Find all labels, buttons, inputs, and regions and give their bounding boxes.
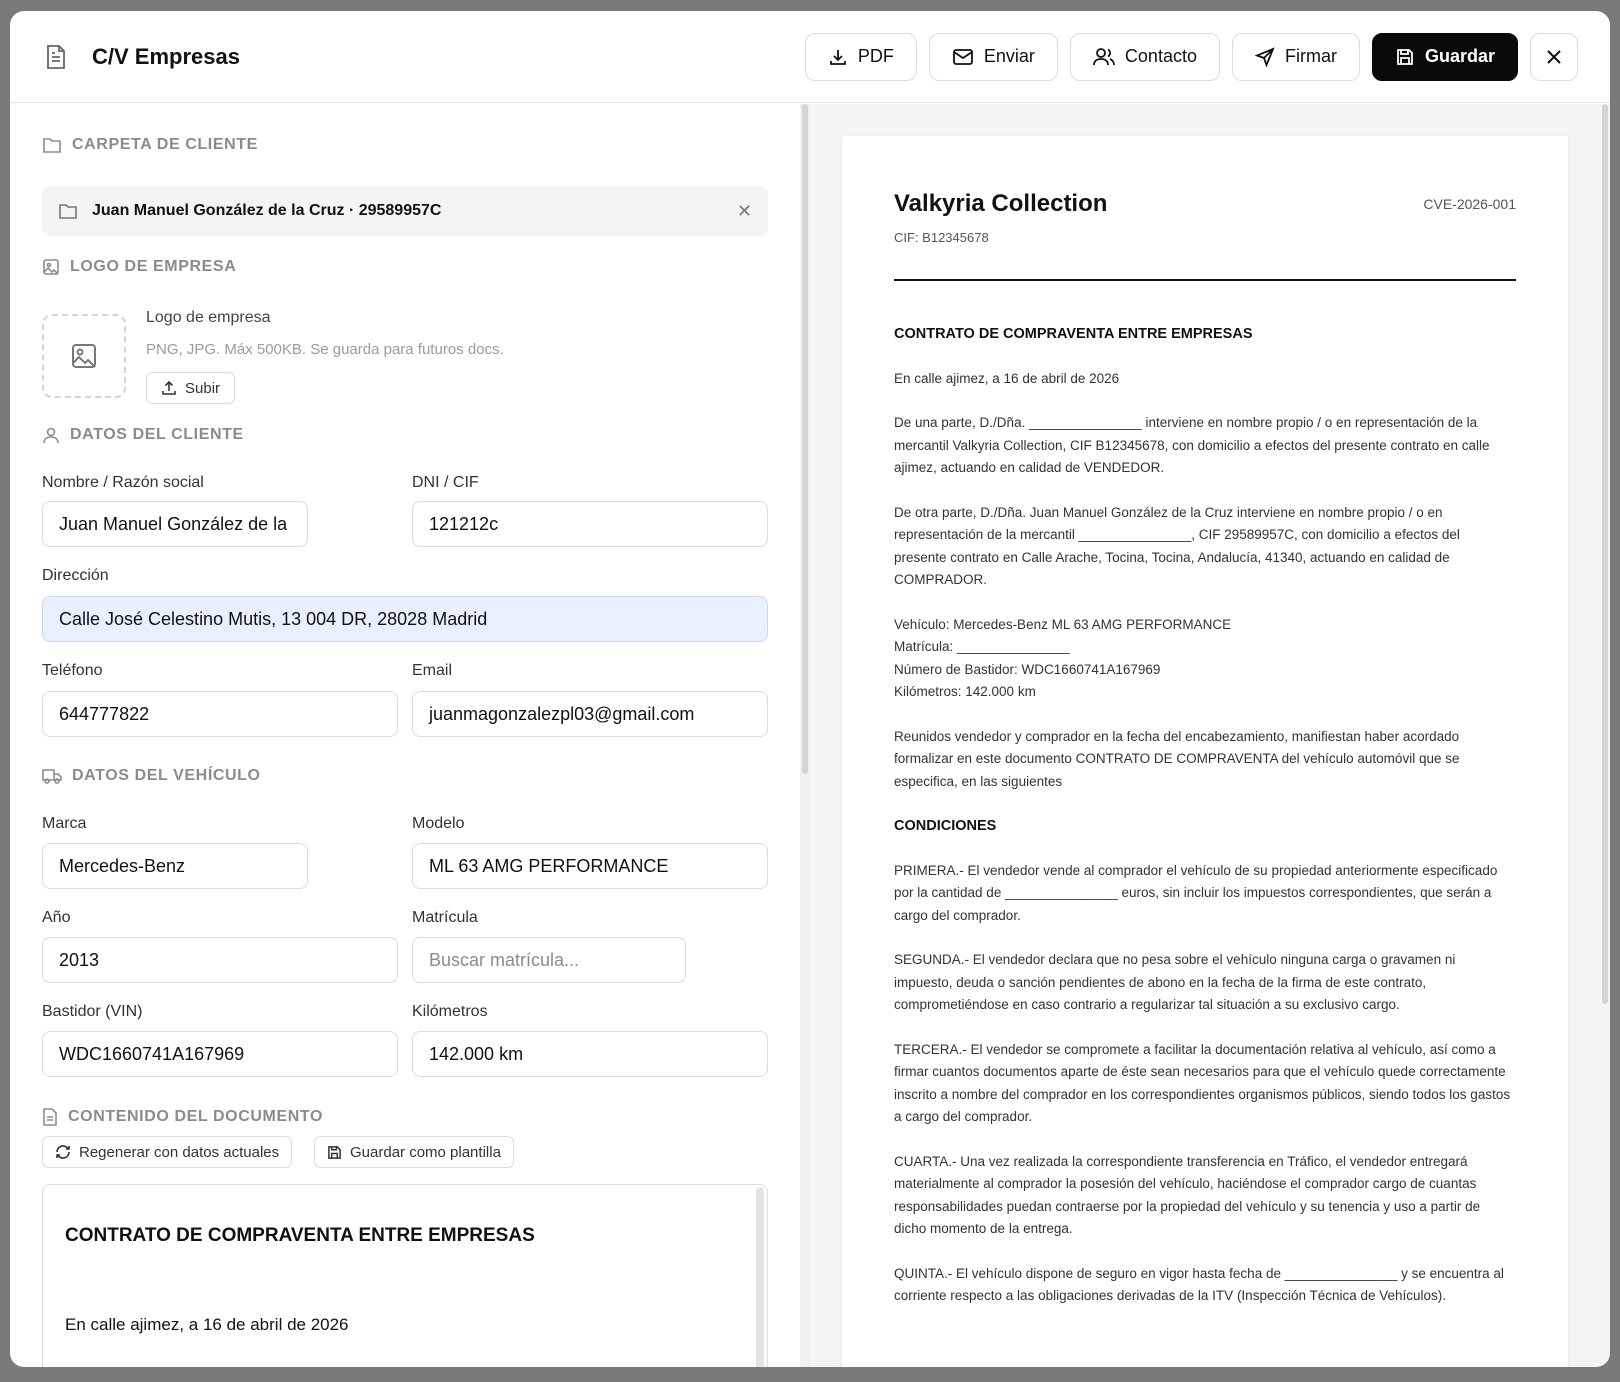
plate-search-input[interactable]: Buscar matrícula...	[412, 937, 686, 983]
preview-cif: CIF: B12345678	[894, 230, 989, 245]
preview-vehicle-block: Vehículo: Mercedes-Benz ML 63 AMG PERFOR…	[894, 616, 1232, 700]
vin-input[interactable]: WDC1660741A167969	[42, 1031, 398, 1077]
save-icon	[328, 1145, 341, 1159]
content-editor[interactable]: CONTRATO DE COMPRAVENTA ENTRE EMPRESAS E…	[42, 1184, 768, 1367]
address-label: Dirección	[42, 567, 109, 584]
form-scrollbar[interactable]	[800, 104, 810, 1367]
editor-date-line: En calle ajimez, a 16 de abril de 2026	[65, 1315, 349, 1334]
user-icon	[43, 427, 59, 444]
logo-title: Logo de empresa	[146, 309, 271, 326]
preview-divider	[894, 279, 1516, 281]
save-template-button[interactable]: Guardar como plantilla	[314, 1136, 514, 1168]
preview-conditions-heading: CONDICIONES	[894, 818, 997, 834]
preview-scroll-thumb[interactable]	[1602, 104, 1608, 1004]
preview-date: En calle ajimez, a 16 de abril de 2026	[894, 370, 1120, 386]
dni-input[interactable]: 121212c	[412, 501, 768, 547]
brand-input[interactable]: Mercedes-Benz	[42, 843, 308, 889]
close-button[interactable]	[1530, 32, 1578, 81]
km-input[interactable]: 142.000 km	[412, 1031, 768, 1077]
preview-body: CONTRATO DE COMPRAVENTA ENTRE EMPRESAS E…	[894, 323, 1516, 1308]
preview-heading: CONTRATO DE COMPRAVENTA ENTRE EMPRESAS	[894, 326, 1253, 342]
preview-agreement-paragraph: Reunidos vendedor y comprador en la fech…	[894, 728, 1460, 789]
client-folder-chip[interactable]: Juan Manuel González de la Cruz · 295899…	[42, 186, 768, 236]
preview-buyer-paragraph: De otra parte, D./Dña. Juan Manuel Gonzá…	[894, 504, 1460, 588]
vin-label: Bastidor (VIN)	[42, 1003, 143, 1020]
km-label: Kilómetros	[412, 1003, 488, 1020]
preview-panel: Valkyria Collection CIF: B12345678 CVE-2…	[810, 104, 1610, 1367]
clear-folder-icon[interactable]: ✕	[737, 201, 752, 222]
image-icon	[72, 344, 96, 368]
pdf-button[interactable]: PDF	[804, 32, 917, 81]
client-folder-name: Juan Manuel González de la Cruz · 295899…	[92, 202, 442, 219]
send-button[interactable]: Enviar	[928, 32, 1058, 81]
preview-condition-2: SEGUNDA.- El vendedor declara que no pes…	[894, 952, 1456, 1012]
preview-condition-5: QUINTA.- El vehículo dispone de seguro e…	[894, 1265, 1504, 1304]
name-input[interactable]: Juan Manuel González de la	[42, 501, 308, 547]
content-section: CONTENIDO DEL DOCUMENTO	[42, 1108, 323, 1126]
image-icon	[43, 259, 59, 275]
sign-button[interactable]: Firmar	[1231, 32, 1360, 81]
document-preview: Valkyria Collection CIF: B12345678 CVE-2…	[842, 136, 1568, 1367]
model-input[interactable]: ML 63 AMG PERFORMANCE	[412, 843, 768, 889]
logo-dropzone[interactable]	[42, 314, 126, 398]
form-scroll-thumb[interactable]	[802, 104, 808, 774]
dni-label: DNI / CIF	[412, 474, 479, 491]
client-section: DATOS DEL CLIENTE	[42, 426, 244, 444]
preview-reference: CVE-2026-001	[1423, 196, 1516, 212]
page-title: C/V Empresas	[92, 43, 240, 69]
folder-icon	[59, 204, 77, 219]
year-input[interactable]: 2013	[42, 937, 398, 983]
document-icon	[43, 1108, 57, 1126]
preview-company-block: Valkyria Collection CIF: B12345678	[894, 190, 1107, 245]
send-icon	[1254, 46, 1275, 67]
contact-button[interactable]: Contacto	[1069, 32, 1220, 81]
mail-icon	[952, 48, 973, 65]
refresh-icon	[56, 1145, 70, 1159]
logo-hint: PNG, JPG. Máx 500KB. Se guarda para futu…	[146, 341, 504, 358]
truck-icon	[42, 769, 62, 784]
vehicle-section: DATOS DEL VEHÍCULO	[42, 767, 261, 785]
preview-scrollbar[interactable]	[1600, 104, 1610, 1367]
preview-condition-1: PRIMERA.- El vendedor vende al comprador…	[894, 862, 1498, 923]
save-icon	[1397, 48, 1413, 65]
document-icon	[42, 43, 70, 71]
phone-input[interactable]: 644777822	[42, 691, 398, 737]
preview-company: Valkyria Collection	[894, 190, 1108, 217]
document-modal: C/V Empresas PDF Enviar Contacto Firmar …	[10, 11, 1610, 1367]
email-input[interactable]: juanmagonzalezpl03@gmail.com	[412, 691, 768, 737]
editor-scrollbar[interactable]	[756, 1187, 764, 1367]
editor-title: CONTRATO DE COMPRAVENTA ENTRE EMPRESAS	[65, 1225, 535, 1246]
year-label: Año	[42, 909, 71, 926]
upload-button[interactable]: Subir	[146, 372, 236, 404]
phone-label: Teléfono	[42, 662, 103, 679]
modal-header: C/V Empresas PDF Enviar Contacto Firmar …	[10, 11, 1610, 103]
download-icon	[829, 49, 846, 65]
preview-header: Valkyria Collection CIF: B12345678 CVE-2…	[894, 190, 1516, 245]
preview-condition-3: TERCERA.- El vendedor se compromete a fa…	[894, 1041, 1511, 1125]
upload-icon	[162, 380, 176, 395]
address-input[interactable]: Calle José Celestino Mutis, 13 004 DR, 2…	[42, 596, 768, 642]
folder-icon	[43, 138, 61, 153]
preview-seller-paragraph: De una parte, D./Dña. _______________ in…	[894, 415, 1490, 475]
name-label: Nombre / Razón social	[42, 474, 204, 491]
brand-label: Marca	[42, 815, 87, 832]
preview-condition-4: CUARTA.- Una vez realizada la correspond…	[894, 1153, 1481, 1237]
users-icon	[1093, 47, 1115, 65]
logo-section: LOGO DE EMPRESA	[42, 258, 236, 276]
email-label: Email	[412, 662, 453, 679]
client-folder-section: CARPETA DE CLIENTE	[42, 136, 258, 154]
plate-label: Matrícula	[412, 909, 478, 926]
model-label: Modelo	[412, 815, 465, 832]
regenerate-button[interactable]: Regenerar con datos actuales	[42, 1136, 293, 1168]
close-icon	[1547, 49, 1561, 64]
form-panel: CARPETA DE CLIENTE Juan Manuel González …	[10, 104, 800, 1367]
save-button[interactable]: Guardar	[1371, 32, 1518, 81]
